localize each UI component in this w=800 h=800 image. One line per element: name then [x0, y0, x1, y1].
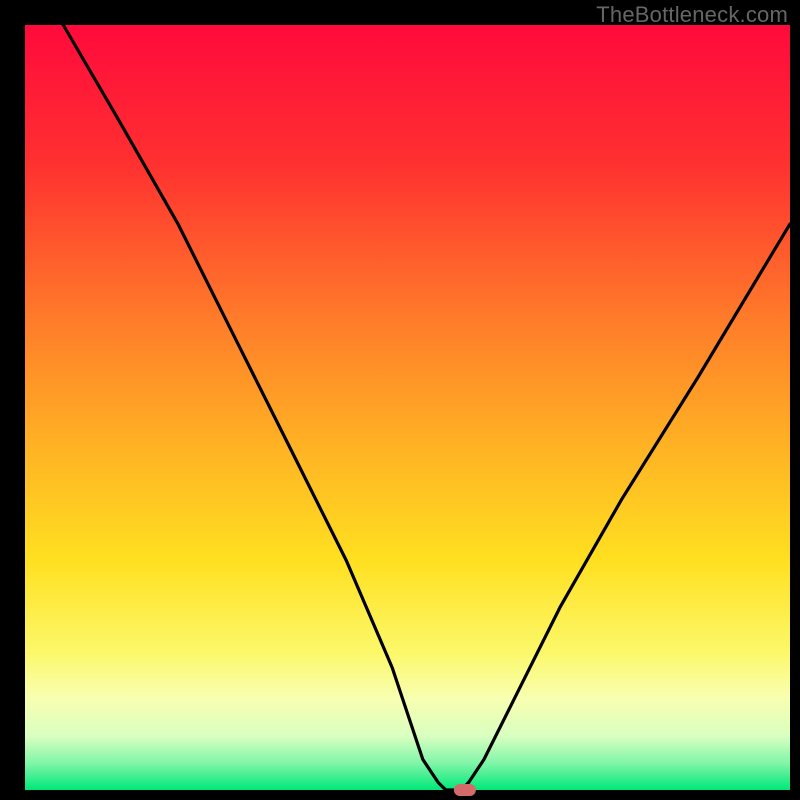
watermark-text: TheBottleneck.com [596, 2, 788, 28]
bottleneck-chart: TheBottleneck.com [0, 0, 800, 800]
plot-background [25, 25, 790, 790]
chart-svg [0, 0, 800, 800]
optimal-marker [454, 784, 476, 796]
